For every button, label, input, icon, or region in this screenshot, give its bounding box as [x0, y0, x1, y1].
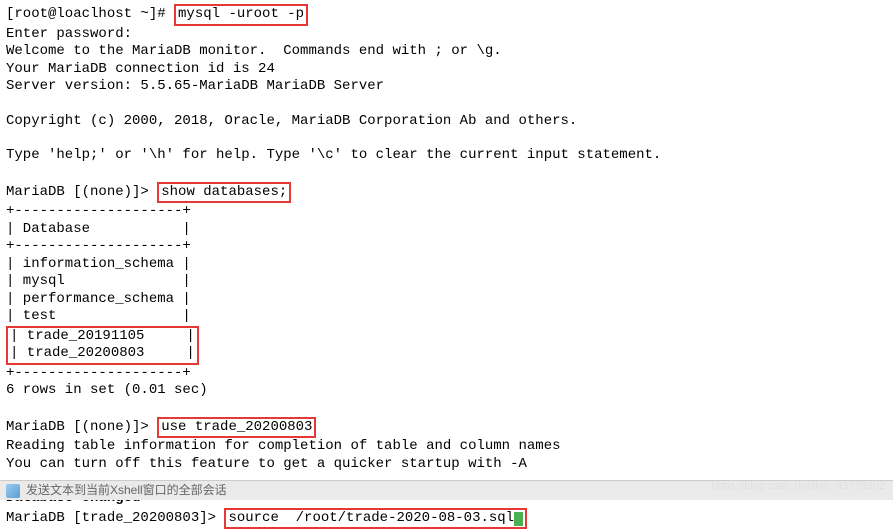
cmd-source-sql: source /root/trade-2020-08-03.sql: [224, 508, 527, 529]
table-sep: +--------------------+: [6, 238, 887, 256]
cmd-source-text: source /root/trade-2020-08-03.sql: [228, 510, 514, 526]
rows-in-set: 6 rows in set (0.01 sec): [6, 382, 887, 400]
cmd-show-databases: show databases;: [157, 182, 291, 204]
enter-password: Enter password:: [6, 26, 887, 44]
connection-id: Your MariaDB connection id is 24: [6, 61, 887, 79]
db-row-trade1: | trade_20191105 |: [10, 328, 195, 346]
send-icon: [6, 484, 20, 498]
table-bottom-border: +--------------------+: [6, 365, 887, 383]
db-row: | mysql |: [6, 273, 887, 291]
help-line: Type 'help;' or '\h' for help. Type '\c'…: [6, 147, 887, 165]
db-row: | performance_schema |: [6, 291, 887, 309]
server-version: Server version: 5.5.65-MariaDB MariaDB S…: [6, 78, 887, 96]
cmd-use-trade: use trade_20200803: [157, 417, 316, 439]
table-header: | Database |: [6, 221, 887, 239]
cursor-icon: [514, 512, 523, 526]
table-top-border: +--------------------+: [6, 203, 887, 221]
footer-text: 发送文本到当前Xshell窗口的全部会话: [26, 483, 227, 498]
watermark: https://blog.csdn.net/lkm_43779302: [711, 480, 885, 494]
copyright-line: Copyright (c) 2000, 2018, Oracle, MariaD…: [6, 113, 887, 131]
db-row: | information_schema |: [6, 256, 887, 274]
mariadb-prompt-none: MariaDB [(none)]>: [6, 419, 157, 435]
prompt-source[interactable]: MariaDB [trade_20200803]> source /root/t…: [6, 508, 887, 529]
db-row: | test |: [6, 308, 887, 326]
welcome-line: Welcome to the MariaDB monitor. Commands…: [6, 43, 887, 61]
mariadb-prompt-trade: MariaDB [trade_20200803]>: [6, 510, 224, 526]
cmd-mysql-login: mysql -uroot -p: [174, 4, 308, 26]
prompt-use-db: MariaDB [(none)]> use trade_20200803: [6, 417, 887, 439]
db-row-trade2: | trade_20200803 |: [10, 345, 195, 363]
db-row-highlighted-group: | trade_20191105 || trade_20200803 |: [6, 326, 887, 365]
prompt-show-db: MariaDB [(none)]> show databases;: [6, 182, 887, 204]
prompt-line-login: [root@loaclhost ~]# mysql -uroot -p: [6, 4, 887, 26]
reading-table-info: Reading table information for completion…: [6, 438, 887, 456]
shell-prompt: [root@loaclhost ~]#: [6, 6, 174, 22]
turnoff-feature: You can turn off this feature to get a q…: [6, 456, 887, 474]
mariadb-prompt-none: MariaDB [(none)]>: [6, 184, 157, 200]
